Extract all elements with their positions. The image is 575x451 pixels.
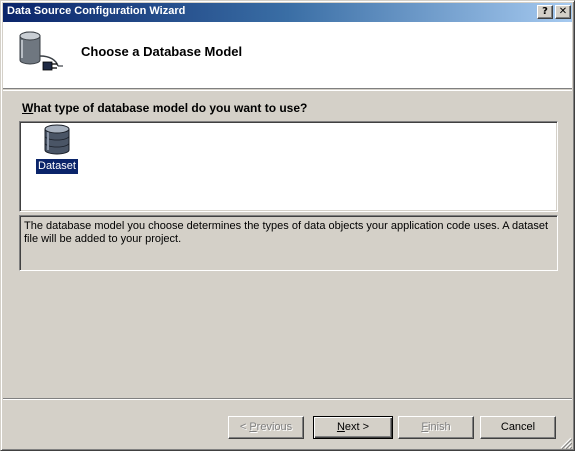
list-item-label: Dataset xyxy=(36,159,78,174)
previous-button[interactable]: < Previous xyxy=(228,416,304,439)
question-text: hat type of database model do you want t… xyxy=(33,101,308,115)
window-title: Data Source Configuration Wizard xyxy=(7,5,186,17)
close-button[interactable]: ✕ xyxy=(555,5,571,19)
question-label: What type of database model do you want … xyxy=(22,101,307,115)
help-icon: ? xyxy=(542,6,548,17)
header-divider xyxy=(3,90,572,91)
finish-button[interactable]: Finish xyxy=(398,416,474,439)
question-accel: W xyxy=(22,101,34,115)
title-bar[interactable]: Data Source Configuration Wizard ? ✕ xyxy=(3,3,572,22)
previous-prefix: < xyxy=(239,421,250,433)
next-text: ext > xyxy=(344,421,370,433)
finish-text: inish xyxy=(428,421,451,433)
cancel-button[interactable]: Cancel xyxy=(480,416,556,439)
database-plug-icon xyxy=(19,31,63,71)
database-model-list[interactable]: Dataset xyxy=(19,121,558,212)
close-icon: ✕ xyxy=(558,6,568,17)
database-icon xyxy=(44,124,70,155)
wizard-window: Data Source Configuration Wizard ? ✕ Cho… xyxy=(0,0,575,451)
footer-divider xyxy=(3,398,572,400)
description-text: The database model you choose determines… xyxy=(24,220,549,245)
next-accel: N xyxy=(336,421,345,433)
wizard-header: Choose a Database Model xyxy=(3,22,572,89)
description-box: The database model you choose determines… xyxy=(19,215,558,271)
next-button[interactable]: Next > xyxy=(313,416,393,439)
previous-text: revious xyxy=(256,421,293,433)
page-title: Choose a Database Model xyxy=(81,44,243,59)
list-item-dataset[interactable]: Dataset xyxy=(36,124,82,176)
resize-grip-icon[interactable] xyxy=(560,437,572,449)
previous-accel: P xyxy=(249,421,257,433)
help-button[interactable]: ? xyxy=(537,5,553,19)
